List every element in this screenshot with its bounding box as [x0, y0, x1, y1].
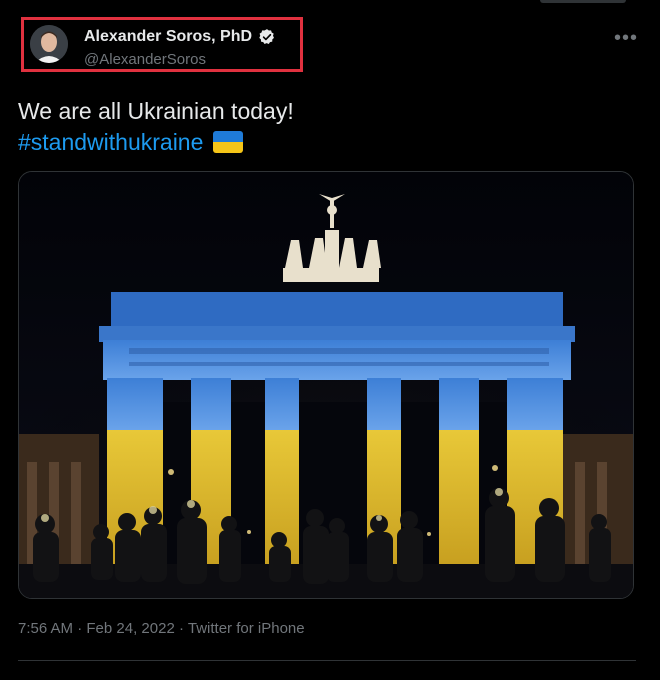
- tweet-photo[interactable]: [18, 171, 634, 599]
- author-name[interactable]: Alexander Soros, PhD: [84, 28, 252, 46]
- author-handle[interactable]: @AlexanderSoros: [84, 51, 206, 68]
- more-options-icon[interactable]: •••: [614, 28, 638, 48]
- ukraine-flag-icon: [213, 131, 244, 153]
- avatar[interactable]: [30, 25, 68, 63]
- tweet-time[interactable]: 7:56 AM: [18, 620, 73, 637]
- author-highlight-box: Alexander Soros, PhD @AlexanderSoros: [21, 17, 303, 72]
- avatar-portrait: [30, 25, 68, 63]
- verified-badge-icon: [258, 28, 276, 46]
- meta-separator-2: ·: [178, 620, 184, 637]
- meta-separator: ·: [77, 620, 83, 637]
- tweet-body: We are all Ukrainian today! #standwithuk…: [18, 96, 294, 158]
- tweet-text: We are all Ukrainian today!: [18, 98, 294, 124]
- tweet-date[interactable]: Feb 24, 2022: [86, 620, 174, 637]
- tweet-source: Twitter for iPhone: [187, 620, 305, 637]
- hashtag-link[interactable]: #standwithukraine: [18, 129, 203, 155]
- divider: [18, 660, 636, 661]
- brandenburg-gate-photo: [19, 172, 633, 598]
- top-edge-pill: [540, 0, 626, 3]
- tweet-meta: 7:56 AM · Feb 24, 2022 · Twitter for iPh…: [18, 620, 305, 637]
